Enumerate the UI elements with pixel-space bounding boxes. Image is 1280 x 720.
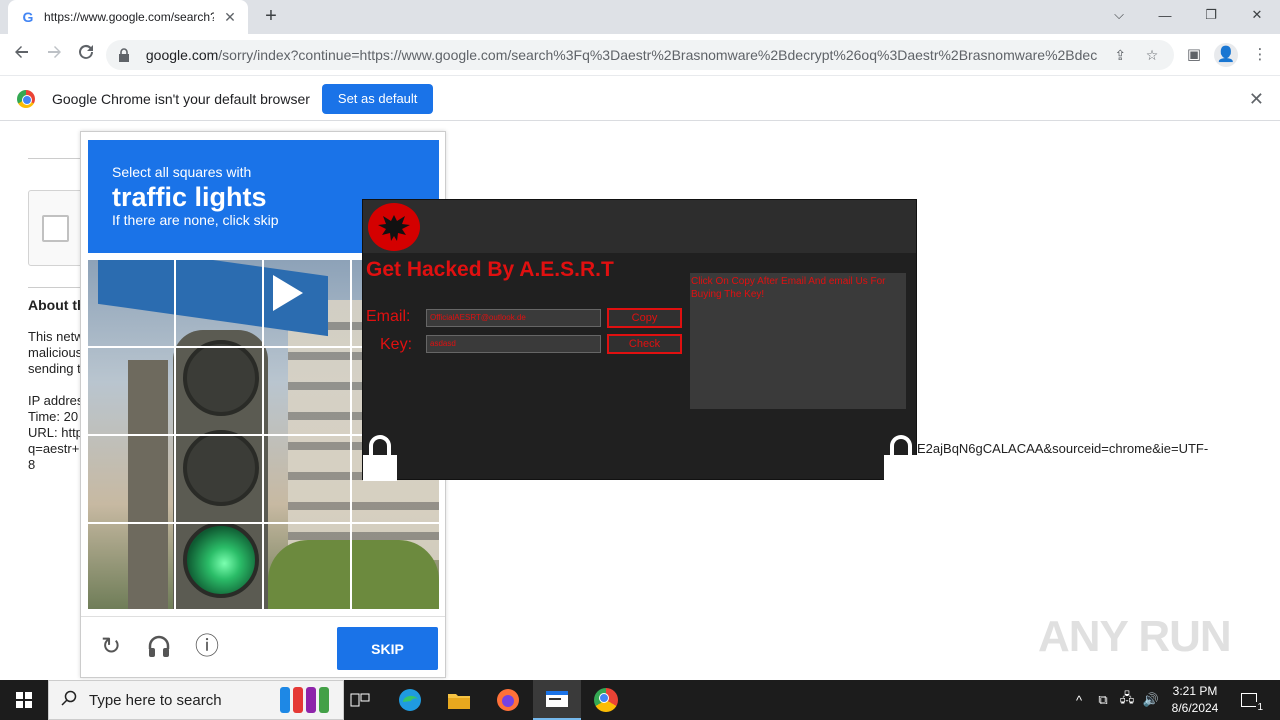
browser-toolbar: google.com/sorry/index?continue=https://… [0,34,1280,76]
profile-avatar-icon[interactable]: 👤 [1214,43,1238,67]
edge-icon[interactable] [386,680,434,720]
restore-button[interactable]: ❐ [1188,0,1234,30]
grid-line [88,522,439,524]
notifications-icon[interactable]: 1 [1236,680,1264,720]
date: 8/6/2024 [1171,701,1219,715]
divider [28,158,80,159]
share-icon[interactable]: ⇪ [1110,47,1130,64]
arrow-icon [273,275,303,311]
copy-button[interactable]: Copy [607,308,682,328]
info-icon[interactable]: ⓘ [193,633,221,661]
address-bar[interactable]: google.com/sorry/index?continue=https://… [106,40,1174,70]
ransomware-window: Get Hacked By A.E.S.R.T Email: OfficialA… [362,199,918,481]
search-icon [61,690,77,711]
page-line: malicious [28,345,83,360]
back-button[interactable] [10,43,34,67]
task-view-icon[interactable] [336,680,384,720]
reload-button[interactable] [74,43,98,67]
volume-icon[interactable]: 🔊 [1140,680,1162,720]
file-explorer-icon[interactable] [435,680,483,720]
forward-button[interactable] [42,43,66,67]
watermark-logo: ANY RUN [1038,612,1232,661]
infobar-close-icon[interactable]: ✕ [1249,89,1264,110]
about-heading: About th [28,297,86,313]
padlock-icon [884,435,918,481]
taskbar-search[interactable]: Type here to search [48,680,344,720]
infobar-message: Google Chrome isn't your default browser [52,90,310,107]
key-field[interactable]: asdasd [426,335,601,353]
page-line: sending t [28,361,81,376]
ransomware-app-icon[interactable] [533,680,581,720]
url-text[interactable]: google.com/sorry/index?continue=https://… [146,47,1098,63]
search-placeholder: Type here to search [89,691,222,709]
recaptcha-checkbox[interactable] [42,215,69,242]
default-browser-infobar: Google Chrome isn't your default browser… [0,77,1280,121]
chrome-taskbar-icon[interactable] [582,680,630,720]
clock[interactable]: 3:21 PM 8/6/2024 [1160,683,1230,717]
firefox-icon[interactable] [484,680,532,720]
url-path: /sorry/index?continue=https://www.google… [218,47,1099,63]
page-line: q=aestr+ [28,441,80,456]
page-line: URL: http [28,425,83,440]
menu-dots-icon[interactable]: ⋮ [1248,43,1272,67]
audio-challenge-icon[interactable] [145,633,173,661]
chrome-logo-icon [17,89,35,108]
set-as-default-button[interactable]: Set as default [321,83,434,114]
ransom-note: Click On Copy After Email And email Us F… [690,273,906,409]
google-favicon-icon: G [22,9,34,25]
email-field[interactable]: OfficialAESRT@outlook.de [426,309,601,327]
ransomware-header [363,200,916,253]
device-icon[interactable]: ⧉ [1092,680,1114,720]
url-host: google.com [145,47,219,63]
traffic-lamp [183,430,259,506]
padlock-icon [363,435,397,481]
network-icon[interactable]: 🖧 [1116,680,1138,720]
pole-image [128,360,168,609]
tab-strip: G https://www.google.com/search? ✕ + ⌵ —… [0,0,1280,34]
divider [28,287,80,288]
windows-logo-icon [16,692,32,708]
start-button[interactable] [0,680,48,720]
minimize-button[interactable]: — [1142,0,1188,30]
eagle-icon [368,203,420,251]
check-button[interactable]: Check [607,334,682,354]
side-panel-icon[interactable]: ▣ [1182,43,1206,67]
ransom-title: Get Hacked By A.E.S.R.T [366,258,614,281]
new-tab-button[interactable]: + [260,5,282,27]
page-line: This netw [28,329,84,344]
skip-button[interactable]: SKIP [337,627,438,670]
page-line: IP addres [28,393,84,408]
traffic-lamp-green [183,522,259,598]
chrome-logo-icon [594,688,618,712]
bookmark-star-icon[interactable]: ☆ [1142,47,1162,64]
email-label: Email: [366,308,411,325]
reload-challenge-icon[interactable]: ↻ [97,633,125,661]
chevron-up-icon[interactable]: ^ [1068,680,1090,720]
page-url-tail: E2ajBqN6gCALACAA&sourceid=chrome&ie=UTF- [917,441,1209,456]
tab-close-icon[interactable]: ✕ [222,9,238,26]
browser-tab[interactable]: G https://www.google.com/search? ✕ [8,0,248,34]
recaptcha-checkbox-widget[interactable] [28,190,88,266]
key-label: Key: [380,336,413,353]
page-line: 8 [28,457,36,472]
window-controls: ⌵ — ❐ ✕ [1096,0,1280,30]
captcha-line1: Select all squares with [112,164,252,180]
traffic-lamp [183,340,259,416]
tab-title: https://www.google.com/search? [44,10,214,24]
close-window-button[interactable]: ✕ [1234,0,1280,30]
tab-search-icon[interactable]: ⌵ [1096,0,1142,30]
captcha-footer: ↻ ⓘ SKIP [81,616,445,678]
time: 3:21 PM [1172,684,1218,698]
notification-count: 1 [1256,702,1264,713]
trees-image [268,540,439,609]
lock-icon[interactable] [118,48,132,62]
paintbrush-icon [280,687,329,713]
page-line: Time: 20 [28,409,79,424]
windows-taskbar: Type here to search ^ ⧉ 🖧 🔊 3:21 PM 8/6/… [0,680,1280,720]
